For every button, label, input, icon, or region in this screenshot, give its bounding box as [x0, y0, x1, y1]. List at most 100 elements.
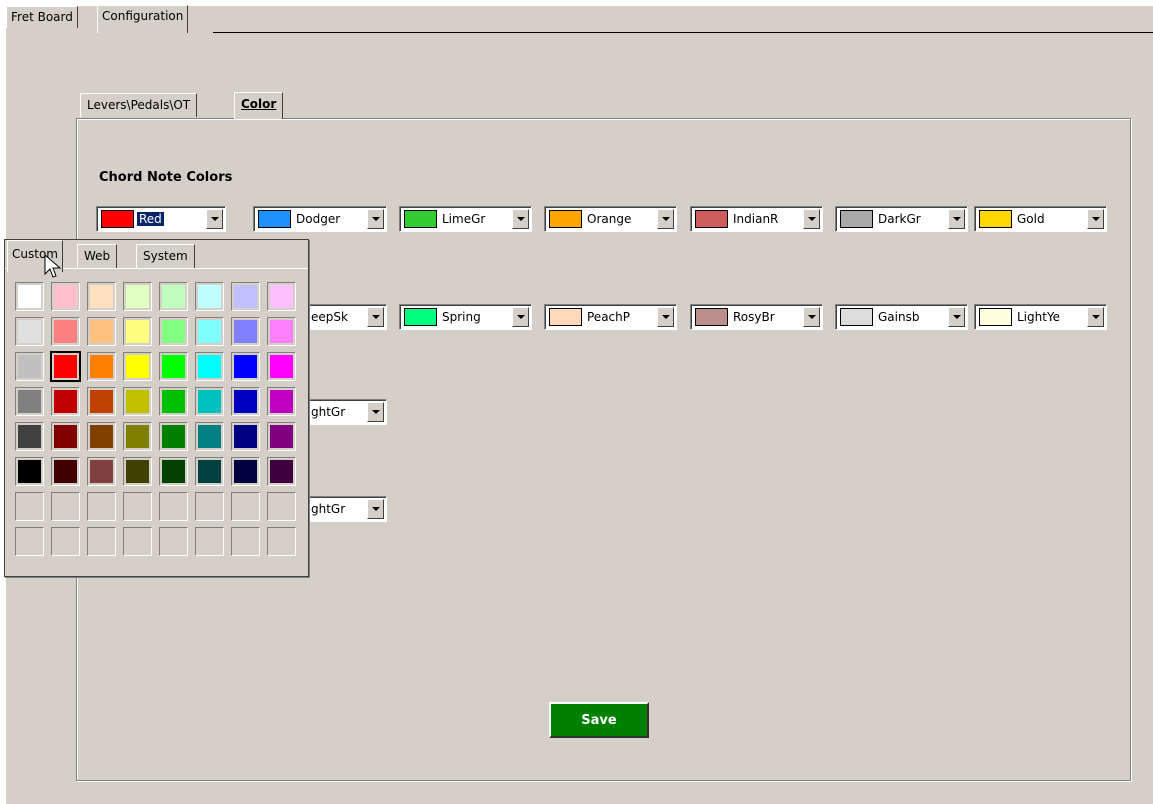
color-cell[interactable] — [159, 457, 188, 486]
color-cell[interactable] — [15, 457, 44, 486]
color-cell[interactable] — [231, 457, 260, 486]
color-cell[interactable] — [267, 387, 296, 416]
dropdown-arrow-icon[interactable] — [803, 307, 820, 327]
color-cell[interactable] — [51, 422, 80, 451]
dropdown-arrow-icon[interactable] — [512, 209, 529, 229]
color-combo-13[interactable]: LightYe — [974, 304, 1107, 330]
dropdown-arrow-icon[interactable] — [803, 209, 820, 229]
color-cell[interactable] — [15, 387, 44, 416]
color-cell[interactable] — [15, 352, 44, 381]
color-cell[interactable] — [231, 352, 260, 381]
dropdown-arrow-icon[interactable] — [206, 209, 223, 229]
color-cell[interactable] — [159, 387, 188, 416]
color-cell[interactable] — [51, 317, 80, 346]
dropdown-arrow-icon[interactable] — [512, 307, 529, 327]
color-cell[interactable] — [123, 492, 152, 521]
color-cell[interactable] — [159, 317, 188, 346]
color-cell[interactable] — [159, 282, 188, 311]
color-cell[interactable] — [267, 457, 296, 486]
color-cell[interactable] — [267, 282, 296, 311]
color-cell[interactable] — [51, 492, 80, 521]
color-cell[interactable] — [195, 492, 224, 521]
color-cell[interactable] — [195, 422, 224, 451]
color-combo-4[interactable]: Orange — [544, 206, 677, 232]
color-cell[interactable] — [231, 527, 260, 556]
color-combo-2[interactable]: Dodger — [253, 206, 387, 232]
color-combo-7[interactable]: Gold — [974, 206, 1107, 232]
color-cell[interactable] — [123, 352, 152, 381]
dropdown-arrow-icon[interactable] — [948, 209, 965, 229]
color-cell[interactable] — [87, 527, 116, 556]
color-cell[interactable] — [15, 422, 44, 451]
tab-fret-board[interactable]: Fret Board — [6, 6, 78, 28]
color-combo-12[interactable]: Gainsb — [835, 304, 968, 330]
color-cell[interactable] — [231, 387, 260, 416]
dropdown-arrow-icon[interactable] — [948, 307, 965, 327]
color-cell[interactable] — [159, 422, 188, 451]
color-combo-11[interactable]: RosyBr — [690, 304, 823, 330]
popup-tab-web[interactable]: Web — [77, 244, 118, 268]
color-cell[interactable] — [51, 457, 80, 486]
color-cell[interactable] — [159, 527, 188, 556]
dropdown-arrow-icon[interactable] — [367, 307, 384, 327]
color-cell[interactable] — [15, 492, 44, 521]
dropdown-arrow-icon[interactable] — [657, 209, 674, 229]
save-button[interactable]: Save — [549, 702, 649, 738]
color-combo-9[interactable]: Spring — [399, 304, 532, 330]
color-cell[interactable] — [195, 387, 224, 416]
dropdown-arrow-icon[interactable] — [657, 307, 674, 327]
dropdown-arrow-icon[interactable] — [1087, 307, 1104, 327]
color-combo-3[interactable]: LimeGr — [399, 206, 532, 232]
tab-color[interactable]: Color — [234, 92, 284, 119]
color-cell[interactable] — [195, 457, 224, 486]
color-cell[interactable] — [51, 282, 80, 311]
color-combo-14[interactable]: ghtGr — [300, 399, 387, 425]
color-cell[interactable] — [195, 527, 224, 556]
color-cell[interactable] — [267, 422, 296, 451]
color-combo-10[interactable]: PeachP — [544, 304, 677, 330]
dropdown-arrow-icon[interactable] — [367, 209, 384, 229]
color-cell[interactable] — [87, 457, 116, 486]
color-cell[interactable] — [195, 352, 224, 381]
color-cell[interactable] — [159, 352, 188, 381]
color-cell[interactable] — [267, 527, 296, 556]
color-cell[interactable] — [87, 387, 116, 416]
color-cell[interactable] — [87, 352, 116, 381]
color-combo-1[interactable]: Red — [96, 206, 226, 232]
color-cell[interactable] — [123, 527, 152, 556]
color-cell[interactable] — [267, 317, 296, 346]
color-cell[interactable] — [267, 352, 296, 381]
tab-levers-pedals[interactable]: Levers\Pedals\OT — [80, 93, 198, 117]
color-cell[interactable] — [87, 317, 116, 346]
dropdown-arrow-icon[interactable] — [367, 402, 384, 422]
color-cell[interactable] — [51, 527, 80, 556]
color-cell[interactable] — [195, 317, 224, 346]
color-cell[interactable] — [15, 317, 44, 346]
color-combo-15[interactable]: ghtGr — [300, 496, 387, 522]
color-combo-8[interactable]: eepSk — [300, 304, 387, 330]
color-cell[interactable] — [159, 492, 188, 521]
dropdown-arrow-icon[interactable] — [367, 499, 384, 519]
color-cell[interactable] — [231, 317, 260, 346]
color-cell[interactable] — [195, 282, 224, 311]
color-cell[interactable] — [15, 527, 44, 556]
color-cell[interactable] — [231, 282, 260, 311]
dropdown-arrow-icon[interactable] — [1087, 209, 1104, 229]
color-cell[interactable] — [123, 317, 152, 346]
popup-tab-system[interactable]: System — [136, 244, 195, 268]
tab-configuration[interactable]: Configuration — [97, 5, 189, 33]
color-combo-6[interactable]: DarkGr — [835, 206, 968, 232]
color-cell[interactable] — [231, 492, 260, 521]
color-cell[interactable] — [267, 492, 296, 521]
color-combo-5[interactable]: IndianR — [690, 206, 823, 232]
color-cell[interactable] — [231, 422, 260, 451]
color-cell[interactable] — [50, 351, 81, 382]
color-cell[interactable] — [87, 492, 116, 521]
color-cell[interactable] — [123, 457, 152, 486]
color-cell[interactable] — [51, 387, 80, 416]
color-cell[interactable] — [123, 422, 152, 451]
color-cell[interactable] — [87, 282, 116, 311]
color-cell[interactable] — [123, 282, 152, 311]
color-cell[interactable] — [123, 387, 152, 416]
color-cell[interactable] — [87, 422, 116, 451]
